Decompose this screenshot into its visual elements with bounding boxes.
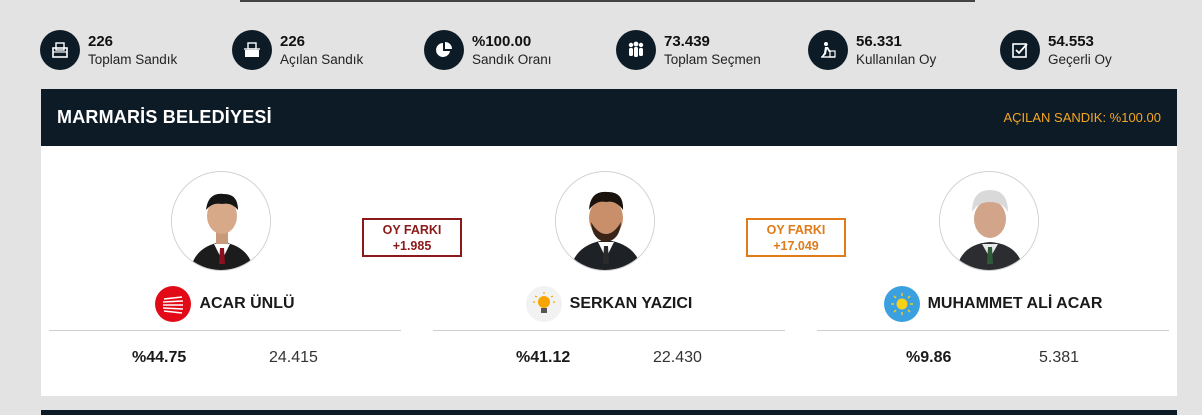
vote-difference-value: +17.049	[773, 238, 819, 253]
voters-icon	[616, 30, 656, 70]
stat-value: 226	[280, 32, 306, 50]
stat-value: %100.00	[472, 32, 532, 50]
divider	[49, 330, 401, 331]
stat-value: 56.331	[856, 32, 902, 50]
candidate-votes: 5.381	[1039, 349, 1080, 366]
top-divider-line	[240, 0, 975, 2]
candidate-name: ACAR ÜNLÜ	[199, 295, 295, 312]
candidate-card[interactable]: SERKAN YAZICI %41.12 22.430	[433, 146, 785, 396]
results-panel: ACAR ÜNLÜ %44.75 24.415 OY FARKI +1.985	[41, 146, 1177, 396]
stat-valid-votes: 54.553 Geçerli Oy	[1000, 30, 1112, 70]
stat-label: Toplam Seçmen	[664, 51, 761, 67]
candidate-votes: 24.415	[269, 349, 318, 366]
candidate-percent: %41.12	[516, 349, 571, 366]
chp-logo-icon	[155, 286, 192, 322]
candidate-card[interactable]: ACAR ÜNLÜ %44.75 24.415	[49, 146, 401, 396]
check-box-icon	[1000, 30, 1040, 70]
divider	[817, 330, 1169, 331]
stats-bar: 226 Toplam Sandık 226 Açılan Sandık %100…	[40, 30, 1180, 78]
opened-ballot-icon	[232, 30, 272, 70]
stat-value: 226	[88, 32, 114, 50]
candidate-percent: %44.75	[132, 349, 187, 366]
candidate-name-row: SERKAN YAZICI	[433, 286, 785, 322]
opened-box-ratio: AÇILAN SANDIK: %100.00	[1003, 110, 1161, 125]
pie-chart-icon	[424, 30, 464, 70]
stat-total-voters: 73.439 Toplam Seçmen	[616, 30, 761, 70]
stat-total-boxes: 226 Toplam Sandık	[40, 30, 177, 70]
candidate-card[interactable]: MUHAMMET ALİ ACAR %9.86 5.381	[817, 146, 1169, 396]
candidate-name: SERKAN YAZICI	[569, 295, 693, 312]
stat-label: Sandık Oranı	[472, 51, 552, 67]
candidate-name-row: ACAR ÜNLÜ	[49, 286, 401, 322]
stat-votes-cast: 56.331 Kullanılan Oy	[808, 30, 936, 70]
iyi-logo-icon	[883, 286, 920, 322]
stat-value: 54.553	[1048, 32, 1094, 50]
municipality-header: MARMARİS BELEDİYESİ AÇILAN SANDIK: %100.…	[41, 89, 1177, 146]
candidate-photo	[171, 171, 271, 271]
candidate-name-row: MUHAMMET ALİ ACAR	[817, 286, 1169, 322]
stat-opened-boxes: 226 Açılan Sandık	[232, 30, 363, 70]
vote-cast-icon	[808, 30, 848, 70]
next-section-header	[41, 410, 1177, 415]
stat-value: 73.439	[664, 32, 710, 50]
candidate-photo	[939, 171, 1039, 271]
akp-logo-icon	[525, 286, 562, 322]
stat-label: Kullanılan Oy	[856, 51, 937, 67]
stat-box-ratio: %100.00 Sandık Oranı	[424, 30, 552, 70]
municipality-title: MARMARİS BELEDİYESİ	[57, 107, 272, 127]
vote-difference-value: +1.985	[392, 238, 432, 253]
candidate-percent: %9.86	[906, 349, 952, 366]
stat-label: Toplam Sandık	[88, 51, 178, 67]
divider	[433, 330, 785, 331]
candidate-votes: 22.430	[653, 349, 702, 366]
candidate-photo	[555, 171, 655, 271]
ballot-box-icon	[40, 30, 80, 70]
stat-label: Geçerli Oy	[1048, 51, 1112, 67]
candidate-name: MUHAMMET ALİ ACAR	[927, 295, 1103, 312]
stat-label: Açılan Sandık	[280, 51, 364, 67]
